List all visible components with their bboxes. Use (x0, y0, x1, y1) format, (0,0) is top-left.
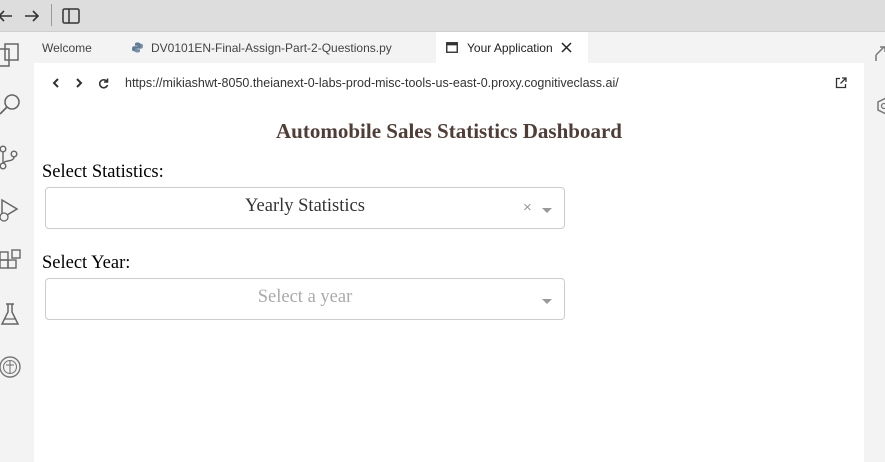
chevron-right-icon[interactable] (71, 75, 87, 91)
url-field[interactable]: https://mikiashwt-8050.theianext-0-labs-… (125, 76, 619, 90)
tab-your-application[interactable]: Your Application (436, 32, 588, 63)
source-control-icon[interactable] (0, 145, 24, 171)
year-placeholder: Select a year (257, 287, 353, 307)
split-panel-icon[interactable] (60, 5, 82, 27)
python-icon (132, 42, 143, 53)
right-side-bar (864, 32, 885, 462)
clear-selection-icon[interactable]: × (523, 199, 532, 217)
skills-network-icon[interactable] (0, 354, 24, 380)
extensions-icon[interactable] (0, 249, 24, 275)
open-external-icon[interactable] (835, 76, 847, 94)
browser-icon (446, 42, 458, 53)
title-bar (0, 0, 885, 32)
statistics-dropdown[interactable]: Yearly Statistics × (45, 187, 565, 229)
statistics-label: Select Statistics: (42, 162, 164, 182)
chevron-down-icon[interactable] (542, 299, 552, 304)
settings-hex-icon[interactable] (875, 96, 885, 121)
chevron-down-icon[interactable] (542, 208, 552, 213)
outline-icon[interactable] (874, 44, 885, 69)
search-icon[interactable] (0, 92, 24, 118)
close-icon[interactable] (561, 42, 572, 53)
tab-python-file[interactable]: DV0101EN-Final-Assign-Part-2-Questions.p… (124, 32, 436, 63)
tab-strip: Welcome DV0101EN-Final-Assign-Part-2-Que… (34, 32, 864, 63)
arrow-right-icon[interactable] (21, 5, 43, 27)
flask-icon[interactable] (0, 302, 24, 328)
dashboard-title: Automobile Sales Statistics Dashboard (276, 119, 622, 143)
year-label: Select Year: (42, 253, 131, 273)
refresh-icon[interactable] (95, 75, 111, 91)
activity-bar (0, 32, 34, 462)
run-debug-icon[interactable] (0, 197, 24, 223)
tab-label: DV0101EN-Final-Assign-Part-2-Questions.p… (151, 40, 392, 55)
url-bar: https://mikiashwt-8050.theianext-0-labs-… (34, 63, 864, 105)
arrow-left-icon[interactable] (0, 5, 16, 27)
chevron-left-icon[interactable] (48, 75, 64, 91)
divider (51, 4, 52, 26)
tab-label: Welcome (42, 40, 92, 55)
year-dropdown[interactable]: Select a year (45, 278, 565, 320)
tab-welcome[interactable]: Welcome (34, 32, 124, 63)
mini-browser: https://mikiashwt-8050.theianext-0-labs-… (34, 63, 864, 462)
explorer-icon[interactable] (0, 42, 24, 68)
tab-label: Your Application (467, 40, 553, 55)
statistics-selected-value: Yearly Statistics (245, 196, 365, 216)
